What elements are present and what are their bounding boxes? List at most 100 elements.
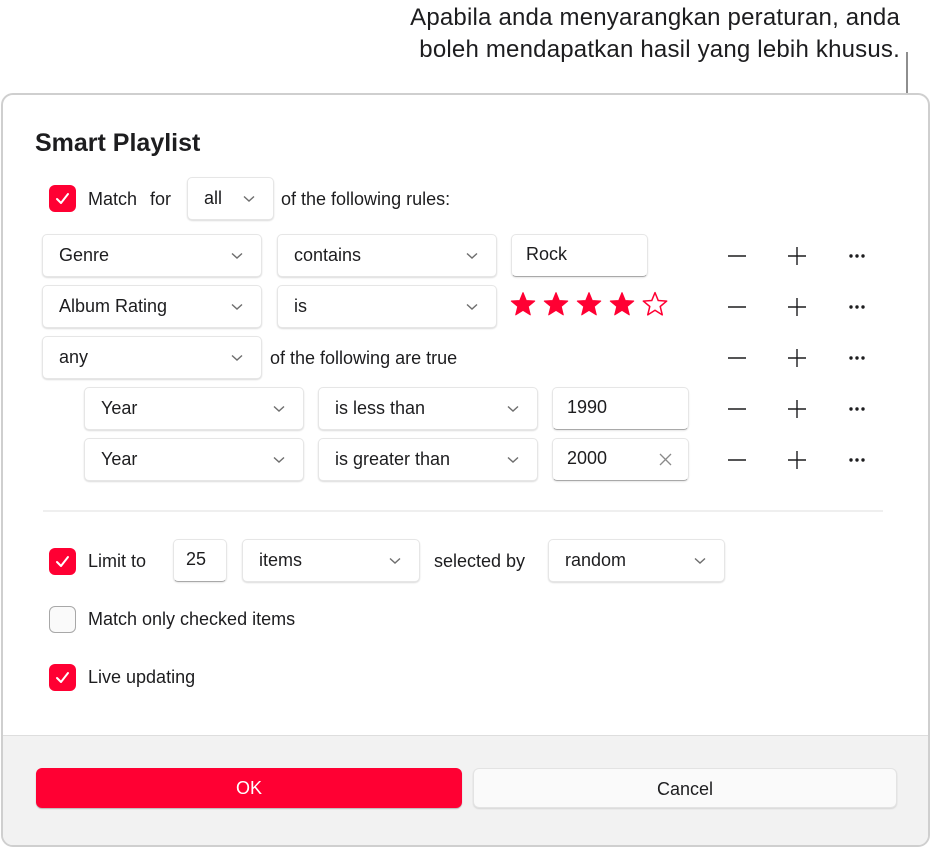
nested-rule-1-value-field[interactable]: 1990 [552,387,689,430]
rule-2-field: Album Rating [59,296,168,316]
minus-icon [728,459,746,461]
nested-rule-2-operator-select[interactable]: is greater than [318,438,538,481]
selected-by-select[interactable]: random [548,539,725,582]
callout-annotation: Apabila anda menyarangkan peraturan, and… [410,2,900,66]
ellipsis-icon [849,305,865,309]
match-checked-checkbox[interactable] [49,606,76,633]
match-scope-select[interactable]: all [187,177,274,220]
star-filled-icon[interactable] [543,291,569,317]
rule-1-more-button[interactable] [844,243,870,269]
nested-rule-1-field: Year [101,398,138,418]
chevron-down-icon [507,456,519,463]
chevron-down-icon [231,252,243,259]
rule-2-add-button[interactable] [784,294,810,320]
limit-unit-select[interactable]: items [242,539,420,582]
nested-scope-value: any [59,347,89,367]
callout-line-1: Apabila anda menyarangkan peraturan, and… [410,4,900,31]
rule-2-remove-button[interactable] [724,294,750,320]
ok-button[interactable]: OK [36,768,462,808]
match-checkbox[interactable] [49,185,76,212]
plus-icon [788,247,806,265]
rule-1-add-button[interactable] [784,243,810,269]
plus-icon [788,349,806,367]
chevron-down-icon [231,354,243,361]
nested-rule-2-more-button[interactable] [844,447,870,473]
nested-rule-1-operator-select[interactable]: is less than [318,387,538,430]
section-divider [43,510,883,512]
callout-line-2: boleh mendapatkan hasil yang lebih khusu… [419,36,900,63]
nested-rule-2-remove-button[interactable] [724,447,750,473]
nested-rule-1-add-button[interactable] [784,396,810,422]
rule-2-operator: is [294,296,307,316]
chevron-down-icon [273,405,285,412]
nested-rule-1-more-button[interactable] [844,396,870,422]
plus-icon [788,451,806,469]
match-suffix: of the following rules: [281,189,451,209]
ellipsis-icon [849,458,865,462]
match-label: Match [88,189,138,209]
smart-playlist-dialog: Smart Playlist Match for all of the foll… [1,93,930,847]
star-filled-icon[interactable] [510,291,536,317]
ellipsis-icon [849,254,865,258]
chevron-down-icon [231,303,243,310]
checkmark-icon [56,193,69,204]
nested-rule-2-value-field[interactable]: 2000 [552,438,689,481]
nested-rule-1-value: 1990 [567,397,608,417]
for-label: for [150,189,172,209]
rule-1-field-select[interactable]: Genre [42,234,262,277]
rule-2-field-select[interactable]: Album Rating [42,285,262,328]
checkmark-icon [56,672,69,683]
rating-stars[interactable] [510,291,668,317]
match-scope-value: all [204,188,223,208]
rule-1-field: Genre [59,245,110,265]
checkmark-icon [56,556,69,567]
nested-group-remove-button[interactable] [724,345,750,371]
nested-rule-2-field: Year [101,449,138,469]
nested-group-add-button[interactable] [784,345,810,371]
nested-scope-select[interactable]: any [42,336,262,379]
nested-rule-1-remove-button[interactable] [724,396,750,422]
plus-icon [788,400,806,418]
limit-label: Limit to [88,551,147,571]
star-empty-icon[interactable] [642,291,668,317]
rule-2-more-button[interactable] [844,294,870,320]
nested-rule-2-field-select[interactable]: Year [84,438,304,481]
nested-rule-1-operator: is less than [335,398,426,418]
ellipsis-icon [849,356,865,360]
minus-icon [728,357,746,359]
chevron-down-icon [466,252,478,259]
nested-suffix: of the following are true [270,348,458,368]
limit-checkbox[interactable] [49,548,76,575]
ellipsis-icon [849,407,865,411]
star-filled-icon[interactable] [609,291,635,317]
plus-icon [788,298,806,316]
rule-1-value-field[interactable]: Rock [511,234,648,277]
clear-icon[interactable] [659,453,672,466]
minus-icon [728,306,746,308]
limit-value-field[interactable]: 25 [173,539,227,582]
nested-group-more-button[interactable] [844,345,870,371]
minus-icon [728,255,746,257]
star-filled-icon[interactable] [576,291,602,317]
chevron-down-icon [273,456,285,463]
live-updating-label: Live updating [88,667,196,687]
chevron-down-icon [466,303,478,310]
live-updating-checkbox[interactable] [49,664,76,691]
rule-1-operator: contains [294,245,362,265]
chevron-down-icon [507,405,519,412]
nested-rule-2-add-button[interactable] [784,447,810,473]
cancel-button[interactable]: Cancel [473,768,897,808]
dialog-title: Smart Playlist [35,129,201,157]
selected-by-label: selected by [434,551,526,571]
minus-icon [728,408,746,410]
match-checked-label: Match only checked items [88,609,296,629]
limit-unit: items [259,550,303,570]
rule-2-operator-select[interactable]: is [277,285,497,328]
rule-1-remove-button[interactable] [724,243,750,269]
nested-rule-2-operator: is greater than [335,449,451,469]
rule-1-operator-select[interactable]: contains [277,234,497,277]
selected-by-value: random [565,550,627,570]
chevron-down-icon [243,195,255,202]
nested-rule-1-field-select[interactable]: Year [84,387,304,430]
nested-rule-2-value: 2000 [567,448,608,468]
